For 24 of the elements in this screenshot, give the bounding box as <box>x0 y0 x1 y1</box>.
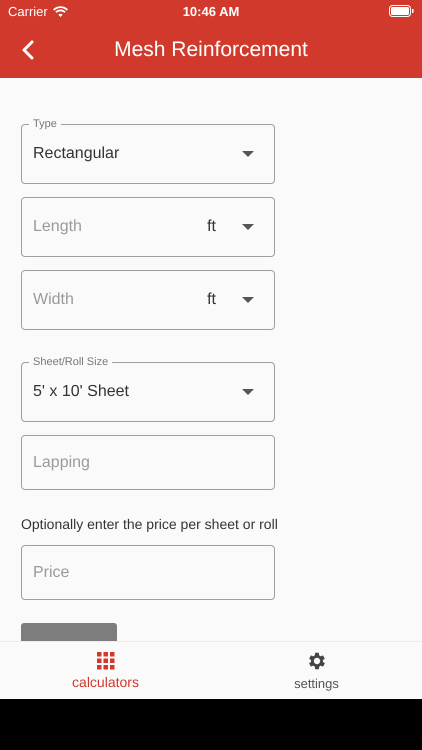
unit-dropdown[interactable]: ft <box>207 218 216 236</box>
input-field[interactable]: Price <box>21 545 275 600</box>
dropdown-caret-icon <box>242 389 254 395</box>
grid-icon <box>96 652 114 670</box>
back-button[interactable] <box>22 40 34 60</box>
dropdown-caret-icon <box>242 224 254 230</box>
field-label: Type <box>29 118 61 131</box>
unit-dropdown[interactable]: ft <box>207 291 216 309</box>
page-title: Mesh Reinforcement <box>114 38 308 62</box>
field-value: 5' x 10' Sheet <box>33 383 130 401</box>
battery-icon <box>389 5 414 17</box>
dropdown-caret-icon <box>242 297 254 303</box>
back-icon <box>22 40 34 60</box>
dropdown-caret-icon <box>242 151 254 157</box>
status-time: 10:46 AM <box>182 4 240 18</box>
input-field[interactable]: Length ft <box>21 197 275 257</box>
wifi-icon <box>52 6 68 16</box>
carrier-label: Carrier <box>8 4 48 18</box>
hint-text: Optionally enter the price per sheet or roll <box>21 516 279 532</box>
input-field[interactable]: Lapping <box>21 435 275 490</box>
tab-item[interactable]: settings <box>211 642 422 699</box>
field-value: Rectangular <box>33 145 120 163</box>
input-field[interactable]: Width ft <box>21 270 275 330</box>
tab-item[interactable]: calculators <box>0 642 211 699</box>
